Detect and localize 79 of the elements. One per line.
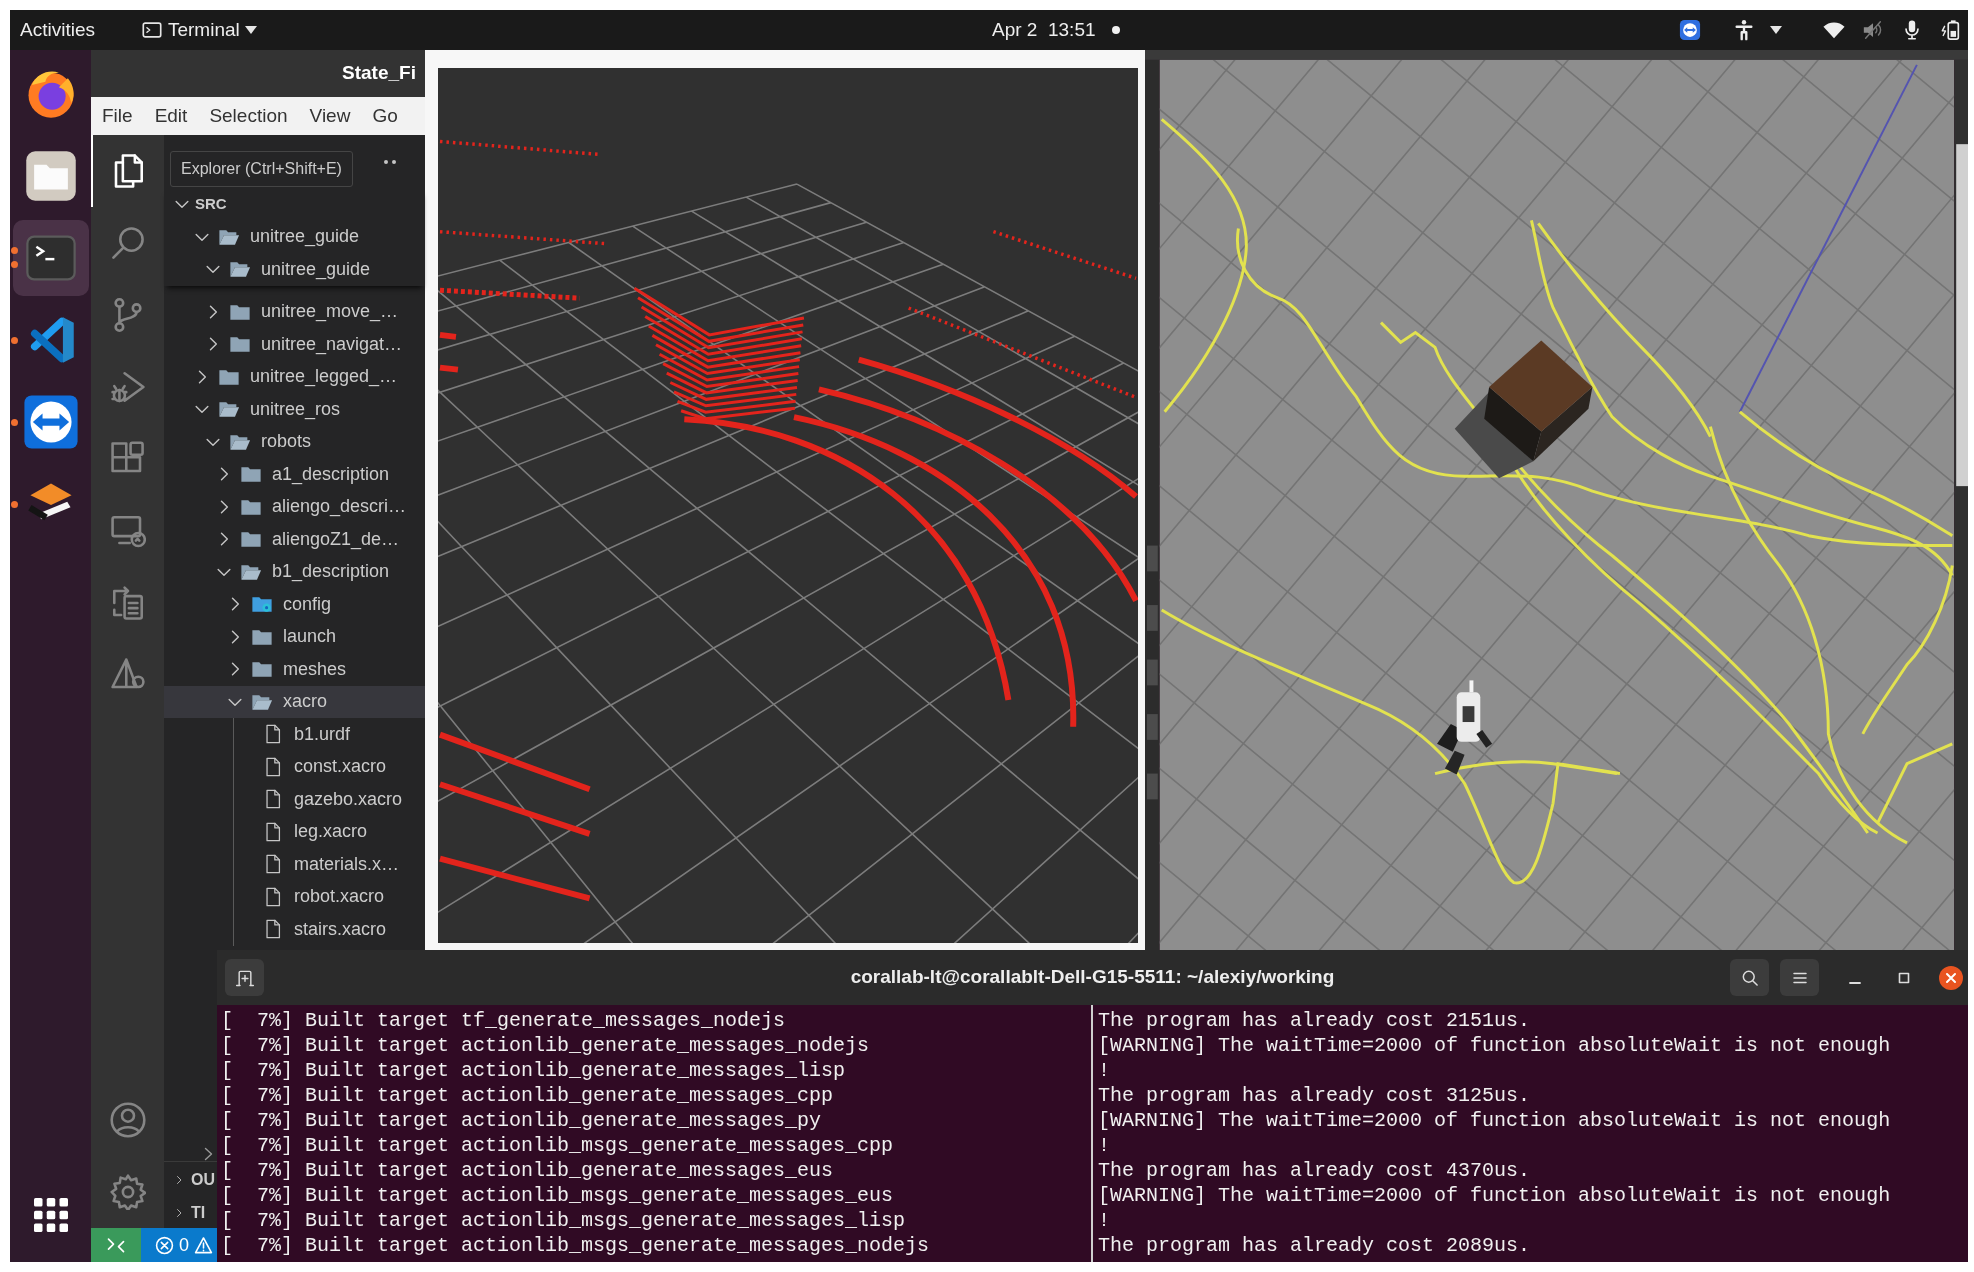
tree-item[interactable]: aliengoZ1_de… xyxy=(164,523,425,556)
clock-button[interactable]: Apr 2 13:51 xyxy=(992,15,1120,45)
terminal-line: The program has already cost 2151us. xyxy=(1098,1008,1532,1033)
terminal-line: [ 7%] Built target actionlib_generate_messages_lisp xyxy=(221,1058,847,1083)
terminal-line: ! xyxy=(1098,1058,1111,1083)
search-icon xyxy=(109,225,146,261)
terminal-line: ! xyxy=(1098,1208,1111,1233)
battery-icon xyxy=(1940,19,1962,41)
caret-icon xyxy=(244,26,257,34)
monitor-icon xyxy=(109,513,146,549)
app-menu[interactable]: Terminal xyxy=(140,15,257,45)
tree-item[interactable]: aliengo_descri… xyxy=(164,490,425,523)
terminal-icon xyxy=(140,19,163,41)
terminal-line: The program has already cost 3125us. xyxy=(1098,1083,1532,1108)
terminal-line: [WARNING] The waitTime=2000 of function absoluteWait is not enough xyxy=(1098,1108,1892,1133)
terminal-line: The program has already cost 4370us. xyxy=(1098,1158,1532,1183)
tree-item[interactable]: unitree_guide xyxy=(164,220,425,253)
muted-speaker-icon xyxy=(1862,19,1884,41)
menu-item[interactable]: File xyxy=(102,101,133,131)
tree-item[interactable]: b1_description xyxy=(164,555,425,588)
system-menu[interactable] xyxy=(1823,19,1962,41)
tree-item[interactable]: config xyxy=(164,588,425,621)
tree-item[interactable]: unitree_ros xyxy=(164,393,425,426)
tree-item[interactable]: a1_description xyxy=(164,458,425,491)
menu-item[interactable]: Selection xyxy=(209,101,288,131)
menu-button[interactable] xyxy=(1780,959,1819,996)
window-title: corallab-lt@corallablt-Dell-G15-5511: ~/alexiy/working xyxy=(850,965,1335,990)
terminal-line: [WARNING] The waitTime=2000 of function absoluteWait is not enough xyxy=(1098,1033,1892,1058)
terminal-line: [ 7%] Built target actionlib_msgs_generate_messages_nodejs xyxy=(221,1233,931,1258)
remote-button[interactable] xyxy=(91,1228,141,1262)
tree-item[interactable]: robots xyxy=(164,425,425,458)
accessibility-menu[interactable] xyxy=(1733,19,1782,41)
terminal-line: [ 7%] Built target tf_generate_messages_nodejs xyxy=(221,1008,787,1033)
tree-item[interactable]: meshes xyxy=(164,653,425,686)
tree-item[interactable]: launch xyxy=(164,620,425,653)
menu-item[interactable]: View xyxy=(309,101,351,131)
terminal-line: [ 7%] Built target actionlib_msgs_generate_messages_eus xyxy=(221,1183,895,1208)
window-title: State_Fi xyxy=(342,61,416,86)
warning-icon xyxy=(194,1235,213,1255)
close-icon[interactable] xyxy=(1939,965,1963,990)
menu-item[interactable]: Edit xyxy=(154,101,188,131)
terminal-line: ! xyxy=(1098,1133,1111,1158)
tree-item[interactable]: unitree_guide xyxy=(164,253,425,286)
laser-scan-line xyxy=(439,331,457,340)
terminal-line: [ 7%] Built target actionlib_generate_messages_eus xyxy=(221,1158,835,1183)
menu-item[interactable]: Go xyxy=(372,101,398,131)
terminal-line: [ 7%] Built target actionlib_msgs_generate_messages_lisp xyxy=(221,1208,907,1233)
app-grid-icon[interactable] xyxy=(33,1198,68,1232)
chevron-icon xyxy=(204,1147,213,1161)
play-bug-icon xyxy=(109,369,146,405)
search-button[interactable] xyxy=(1730,959,1769,996)
folder-icon xyxy=(23,149,78,203)
terminal-line: [ 7%] Built target actionlib_generate_messages_py xyxy=(221,1108,823,1133)
terminal-line: The program has already cost 2089us. xyxy=(1098,1233,1532,1258)
more-actions-icon[interactable] xyxy=(383,158,397,165)
error-icon xyxy=(155,1235,174,1255)
tree-item[interactable]: xacro xyxy=(164,685,425,718)
settings-icon xyxy=(109,1174,146,1210)
tree-item[interactable]: unitree_legged_… xyxy=(164,360,425,393)
terminal-line: [ 7%] Built target actionlib_generate_messages_cpp xyxy=(221,1083,835,1108)
tooltip: Explorer (Ctrl+Shift+E) xyxy=(170,151,353,187)
terminal-line: [ 7%] Built target actionlib_generate_messages_nodejs xyxy=(221,1033,871,1058)
scrollbar[interactable] xyxy=(1954,59,1968,950)
panel-header[interactable]: TI xyxy=(164,1197,217,1228)
tree-item[interactable]: unitree_move_… xyxy=(164,295,425,328)
terminal-line: [ 7%] Built target actionlib_msgs_generate_messages_cpp xyxy=(221,1133,895,1158)
accessibility-icon xyxy=(1733,19,1755,41)
new-tab-button[interactable] xyxy=(225,959,264,996)
problems-button[interactable]: 0 xyxy=(155,1231,213,1259)
notification-dot-icon xyxy=(1111,26,1120,34)
tree-item[interactable]: unitree_navigat… xyxy=(164,328,425,361)
remote-arrows-icon xyxy=(106,1235,126,1255)
terminal-line: [WARNING] The waitTime=2000 of function absoluteWait is not enough xyxy=(1098,1183,1892,1208)
tree-item[interactable]: SRC xyxy=(164,188,425,221)
caret-icon xyxy=(1770,26,1782,34)
panel-header[interactable]: OU xyxy=(164,1162,217,1197)
activities-button[interactable]: Activities xyxy=(20,15,95,45)
account-icon xyxy=(109,1102,146,1138)
laser-scan-line xyxy=(439,364,459,373)
